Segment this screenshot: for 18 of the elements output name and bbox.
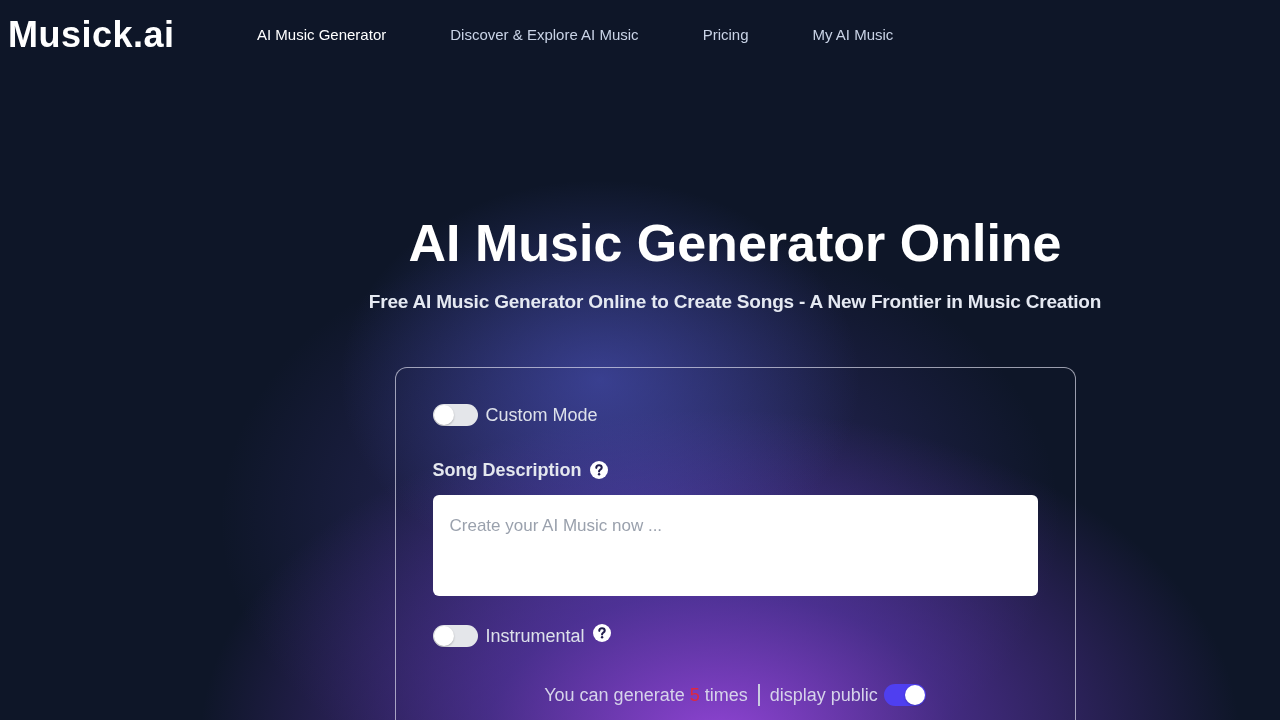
nav-link[interactable]: My AI Music — [812, 19, 894, 51]
brand-logo[interactable]: Musick.ai — [8, 17, 257, 53]
instrumental-toggle[interactable] — [432, 625, 478, 648]
help-icon[interactable] — [589, 461, 608, 480]
help-icon[interactable] — [592, 624, 611, 643]
display-public-toggle[interactable] — [883, 684, 926, 707]
song-description-label: Song Description — [432, 458, 582, 482]
generation-quota-text: You can generate 5 times — [544, 683, 748, 707]
nav-link[interactable]: AI Music Generator — [257, 19, 387, 51]
song-description-field[interactable]: Create your AI Music now ... — [432, 494, 1038, 596]
custom-mode-label: Custom Mode — [485, 403, 598, 427]
page-subtitle: Free AI Music Generator Online to Create Songs - A New Frontier in Music Creation — [368, 290, 1102, 315]
nav-link[interactable]: Pricing — [702, 19, 749, 51]
instrumental-label: Instrumental — [485, 624, 585, 648]
custom-mode-toggle[interactable] — [432, 404, 478, 427]
display-public-label: display public — [769, 683, 878, 707]
page-title: AI Music Generator Online — [408, 213, 1062, 274]
nav-link[interactable]: Discover & Explore AI Music — [450, 19, 639, 51]
